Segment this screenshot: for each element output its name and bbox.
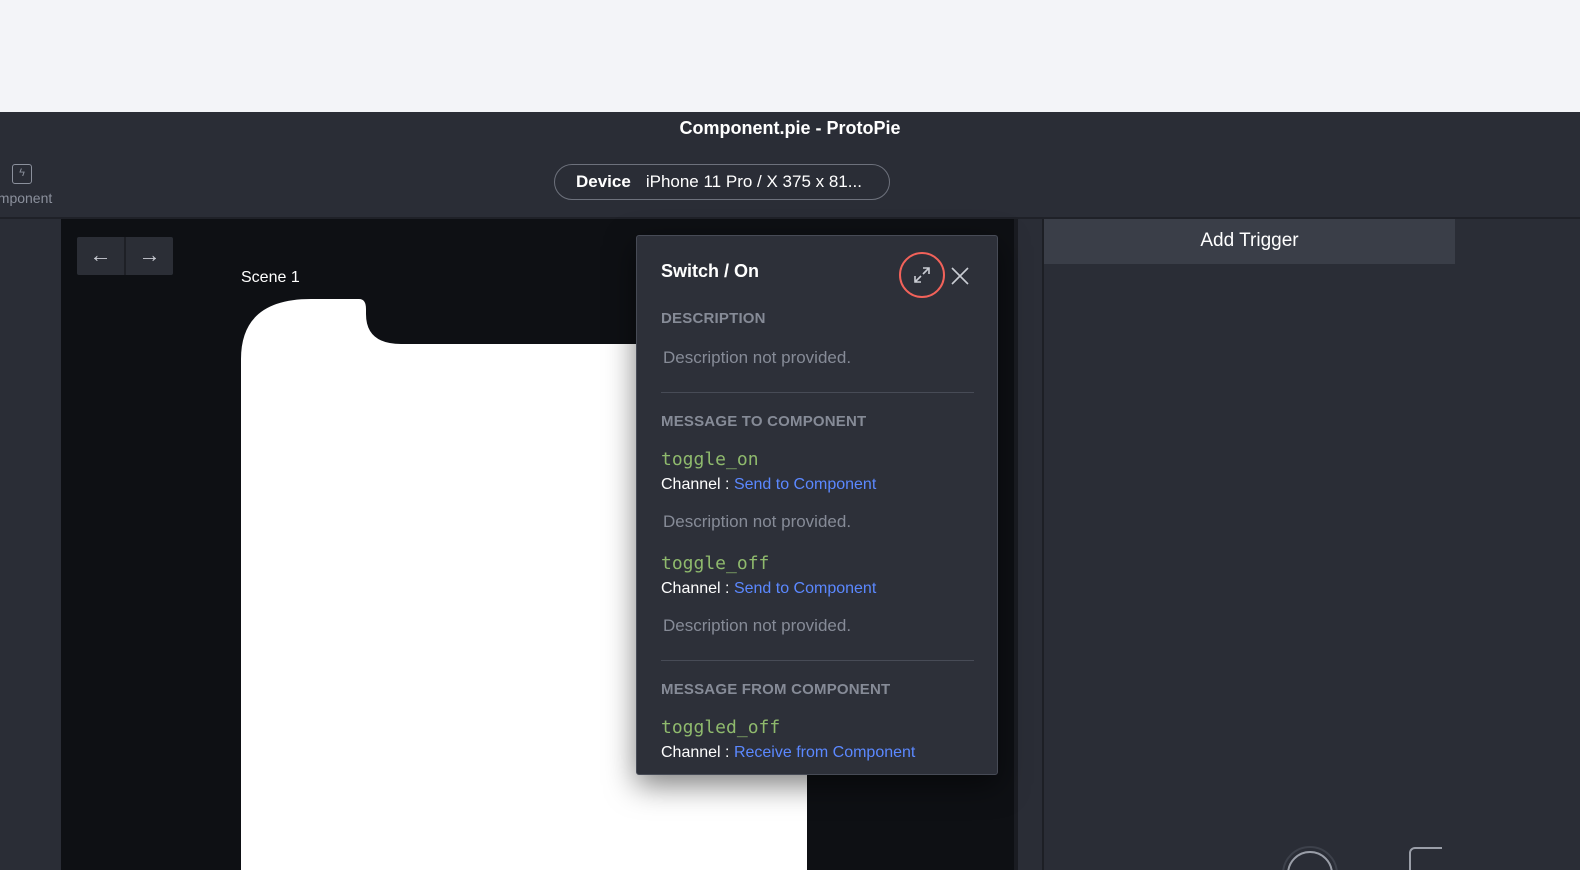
message-channel: Channel : Receive from Component — [661, 744, 915, 762]
scene-nav-buttons: ← → — [77, 237, 173, 275]
panel-splitter[interactable] — [1014, 219, 1018, 870]
message-description: Description not provided. — [663, 512, 852, 531]
popup-title: Switch / On — [661, 261, 760, 281]
channel-label: Channel : — [661, 476, 730, 493]
channel-link[interactable]: Receive from Component — [734, 744, 915, 761]
left-panel — [0, 219, 61, 870]
message-channel: Channel : Send to Component — [661, 580, 876, 598]
message-name: toggled_off — [661, 717, 781, 738]
message-to-heading: MESSAGE TO COMPONENT — [661, 413, 867, 430]
message-description: Description not provided. — [663, 616, 852, 635]
device-selector[interactable]: Device iPhone 11 Pro / X 375 x 81... — [554, 164, 890, 200]
scene-label: Scene 1 — [241, 269, 300, 286]
trigger-response-icons — [1282, 846, 1442, 870]
device-value: iPhone 11 Pro / X 375 x 81... — [645, 172, 862, 191]
expand-icon — [914, 267, 930, 283]
component-tool-button[interactable]: ϟ omponent — [0, 162, 70, 212]
description-heading: DESCRIPTION — [661, 310, 766, 327]
add-trigger-button[interactable]: Add Trigger — [1044, 219, 1455, 264]
forward-arrow-icon[interactable]: → — [126, 237, 173, 275]
section-divider — [661, 392, 974, 393]
device-label: Device — [576, 172, 631, 191]
section-divider — [661, 660, 974, 661]
interaction-panel: Add Trigger — [1044, 219, 1580, 870]
expand-button[interactable] — [899, 252, 945, 298]
bolt-icon: ϟ — [12, 164, 32, 184]
message-name: toggle_off — [661, 553, 770, 574]
channel-link[interactable]: Send to Component — [734, 476, 876, 493]
window-title: Component.pie - ProtoPie — [679, 118, 901, 138]
back-arrow-icon[interactable]: ← — [77, 237, 124, 275]
message-name: toggle_on — [661, 449, 759, 470]
channel-label: Channel : — [661, 580, 730, 597]
component-tool-label: omponent — [0, 190, 53, 206]
description-text: Description not provided. — [663, 348, 852, 367]
message-from-heading: MESSAGE FROM COMPONENT — [661, 681, 891, 698]
close-icon[interactable] — [951, 267, 969, 285]
message-channel: Channel : Send to Component — [661, 476, 876, 494]
channel-link[interactable]: Send to Component — [734, 580, 876, 597]
component-info-popup: Switch / On DESCRIPTION Description not … — [636, 235, 998, 775]
channel-label: Channel : — [661, 744, 730, 761]
